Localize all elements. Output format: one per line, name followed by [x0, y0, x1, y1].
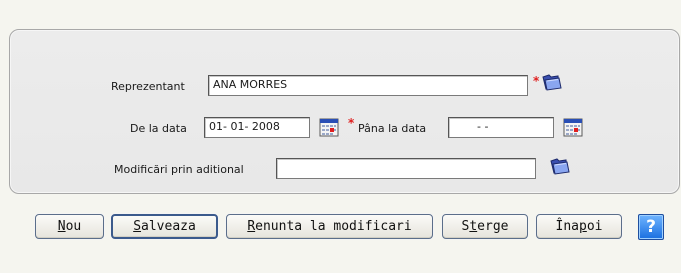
modifications-lookup-icon[interactable]: [549, 156, 571, 176]
back-button-prefix: Îna: [555, 219, 579, 234]
representative-label: Reprezentant: [111, 80, 185, 93]
required-marker: *: [533, 74, 540, 88]
back-button-accel: p: [579, 219, 587, 234]
delete-button-accel: t: [469, 219, 478, 234]
from-date-input[interactable]: 01- 01- 2008: [204, 117, 310, 138]
back-button[interactable]: Îna p oi: [536, 214, 622, 239]
to-date-calendar-icon[interactable]: [563, 118, 583, 137]
new-button-accel: N: [57, 219, 66, 234]
back-button-label: oi: [586, 219, 603, 234]
save-button-label: alveaza: [141, 219, 196, 234]
required-marker: *: [348, 116, 355, 130]
to-date-label: Pâna la data: [358, 122, 427, 135]
cancel-changes-button[interactable]: Renunta la modificari: [226, 214, 433, 239]
modifications-input[interactable]: [276, 158, 536, 179]
new-button-label: ou: [65, 219, 82, 234]
to-date-input[interactable]: - -: [448, 117, 554, 138]
representative-input[interactable]: ANA MORRES: [208, 75, 528, 96]
help-icon[interactable]: ?: [638, 214, 664, 240]
from-date-calendar-icon[interactable]: [319, 118, 339, 137]
new-button[interactable]: Nou: [35, 214, 104, 239]
from-date-label: De la data: [130, 122, 187, 135]
delete-button[interactable]: St erge: [442, 214, 528, 239]
representative-lookup-icon[interactable]: [541, 72, 563, 92]
save-button-accel: S: [133, 219, 142, 234]
cancel-button-label: enunta la modificari: [255, 219, 412, 234]
cancel-button-accel: R: [247, 219, 256, 234]
delete-button-label: erge: [477, 219, 509, 234]
delete-button-prefix: S: [461, 219, 470, 234]
help-icon-glyph: ?: [646, 217, 656, 237]
modifications-label: Modificări prin aditional: [114, 163, 244, 176]
save-button[interactable]: Salveaza: [111, 214, 218, 239]
